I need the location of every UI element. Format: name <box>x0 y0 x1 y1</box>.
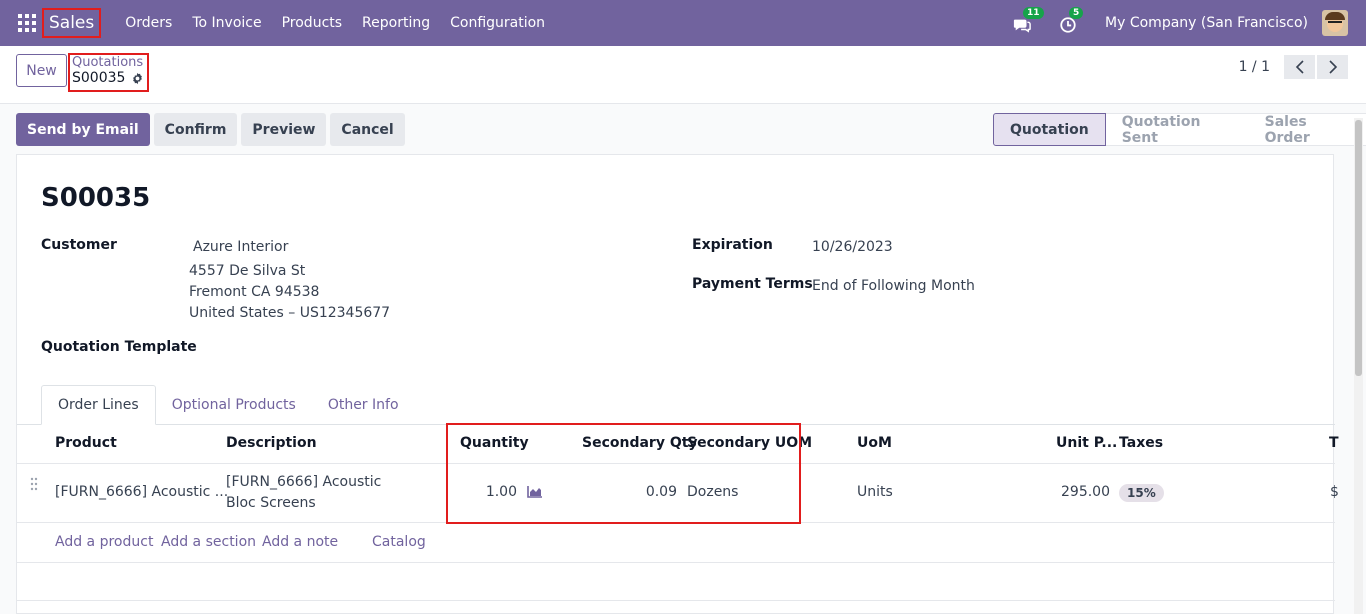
quotation-template-label: Quotation Template <box>41 339 197 355</box>
row-description-line2[interactable]: Bloc Screens <box>226 495 316 511</box>
customer-label: Customer <box>41 237 117 253</box>
row-tax-badge[interactable]: 15% <box>1119 484 1164 502</box>
top-navbar: Sales Orders To Invoice Products Reporti… <box>0 0 1366 46</box>
pager-next-button[interactable] <box>1317 55 1348 79</box>
status-bar: Quotation Quotation Sent Sales Order <box>993 113 1366 146</box>
send-by-email-button[interactable]: Send by Email <box>16 113 150 146</box>
messages-count-badge: 11 <box>1023 7 1044 19</box>
main-menu: Orders To Invoice Products Reporting Con… <box>115 15 555 31</box>
header-divider <box>17 463 1335 464</box>
quotation-name: S00035 <box>41 183 151 213</box>
confirm-button[interactable]: Confirm <box>153 113 238 146</box>
footer-divider <box>17 562 1335 563</box>
company-switcher[interactable]: My Company (San Francisco) <box>1105 15 1308 31</box>
breadcrumb: Quotations S00035 <box>68 53 149 92</box>
new-button[interactable]: New <box>16 54 67 87</box>
tab-order-lines[interactable]: Order Lines <box>41 385 156 425</box>
menu-configuration[interactable]: Configuration <box>440 15 555 31</box>
chevron-left-icon <box>1295 60 1304 74</box>
cancel-button[interactable]: Cancel <box>330 113 405 146</box>
chevron-right-icon <box>1328 60 1337 74</box>
customer-address-line3: United States – US12345677 <box>189 305 391 321</box>
column-total[interactable]: T <box>1329 435 1339 451</box>
area-chart-icon[interactable] <box>527 485 543 498</box>
activities-count-badge: 5 <box>1069 7 1084 19</box>
pager-previous-button[interactable] <box>1284 55 1315 79</box>
column-unit-price[interactable]: Unit P... <box>1056 435 1117 451</box>
notebook-tabs: Order Lines Optional Products Other Info <box>41 385 415 425</box>
stage-quotation[interactable]: Quotation <box>993 113 1106 146</box>
stage-quotation-sent[interactable]: Quotation Sent <box>1105 113 1249 146</box>
gear-icon[interactable] <box>131 72 144 85</box>
payment-terms-field[interactable]: End of Following Month <box>812 278 975 294</box>
app-brand-sales[interactable]: Sales <box>42 8 102 38</box>
add-product-link[interactable]: Add a product <box>55 534 153 550</box>
activities-button[interactable]: 5 <box>1059 7 1084 33</box>
row-divider <box>17 522 1335 523</box>
row-uom[interactable]: Units <box>857 484 893 500</box>
page-scrollbar[interactable] <box>1354 118 1363 614</box>
add-note-link[interactable]: Add a note <box>262 534 338 550</box>
stage-sales-order[interactable]: Sales Order <box>1248 113 1366 146</box>
customer-field[interactable]: Azure Interior <box>193 239 288 255</box>
payment-terms-label: Payment Terms <box>692 276 813 292</box>
breadcrumb-quotations-link[interactable]: Quotations <box>72 56 145 70</box>
column-taxes[interactable]: Taxes <box>1119 435 1163 451</box>
scrollbar-thumb[interactable] <box>1355 120 1362 376</box>
customer-address-line2: Fremont CA 94538 <box>189 284 320 300</box>
expiration-field[interactable]: 10/26/2023 <box>812 239 893 255</box>
control-panel: New Quotations S00035 1 / 1 <box>0 46 1366 104</box>
navbar-systray: 11 5 My Company (San Francisco) <box>1013 7 1366 36</box>
breadcrumb-current: S00035 <box>72 70 145 87</box>
menu-products[interactable]: Products <box>272 15 352 31</box>
column-uom[interactable]: UoM <box>857 435 892 451</box>
row-total: $ <box>1330 484 1339 500</box>
footer-divider-2 <box>17 600 1335 601</box>
row-unit-price[interactable]: 295.00 <box>1030 484 1110 500</box>
form-action-bar: Send by Email Confirm Preview Cancel <box>16 113 409 146</box>
column-secondary-uom[interactable]: Secondary UOM <box>687 435 812 451</box>
menu-orders[interactable]: Orders <box>115 15 182 31</box>
breadcrumb-current-label: S00035 <box>72 70 126 86</box>
preview-button[interactable]: Preview <box>241 113 327 146</box>
apps-menu-icon[interactable] <box>18 14 36 32</box>
row-quantity[interactable]: 1.00 <box>457 484 517 500</box>
column-product[interactable]: Product <box>55 435 117 451</box>
expiration-label: Expiration <box>692 237 773 253</box>
column-secondary-qty[interactable]: Secondary Qty <box>582 435 698 451</box>
column-description[interactable]: Description <box>226 435 317 451</box>
pager: 1 / 1 <box>1239 55 1348 79</box>
row-secondary-uom[interactable]: Dozens <box>687 484 738 500</box>
menu-to-invoice[interactable]: To Invoice <box>182 15 271 31</box>
row-product[interactable]: [FURN_6666] Acoustic ... <box>55 484 228 500</box>
catalog-link[interactable]: Catalog <box>372 534 426 550</box>
user-avatar[interactable] <box>1322 10 1348 36</box>
tab-other-info[interactable]: Other Info <box>312 385 415 425</box>
customer-address-line1: 4557 De Silva St <box>189 263 306 279</box>
row-secondary-qty[interactable]: 0.09 <box>617 484 677 500</box>
add-section-link[interactable]: Add a section <box>161 534 256 550</box>
drag-handle-icon[interactable] <box>29 477 39 491</box>
row-description-line1[interactable]: [FURN_6666] Acoustic <box>226 474 381 490</box>
pager-value[interactable]: 1 / 1 <box>1239 59 1270 75</box>
form-sheet: S00035 Customer Azure Interior 4557 De S… <box>16 154 1339 614</box>
messages-button[interactable]: 11 <box>1013 7 1044 33</box>
menu-reporting[interactable]: Reporting <box>352 15 440 31</box>
tab-optional-products[interactable]: Optional Products <box>156 385 312 425</box>
column-quantity[interactable]: Quantity <box>460 435 529 451</box>
